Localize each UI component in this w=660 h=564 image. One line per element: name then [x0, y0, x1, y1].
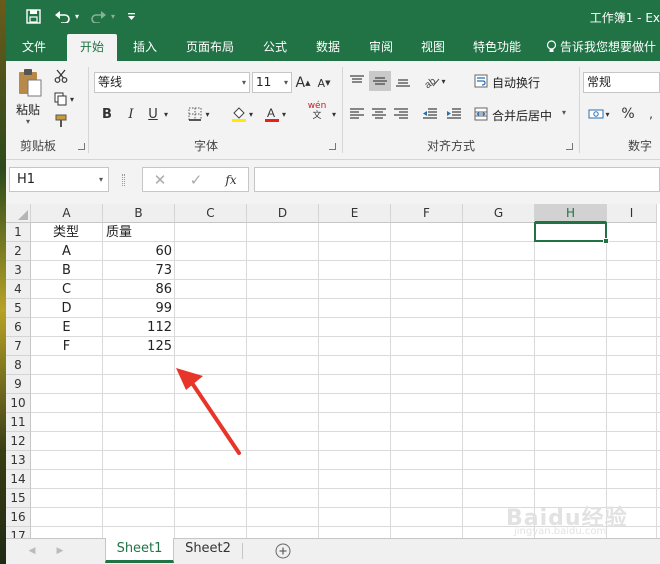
sheet-tab-sheet1[interactable]: Sheet1 — [105, 538, 174, 563]
scroll-tabs-left-icon[interactable]: ◀ — [24, 541, 40, 561]
tab-divider — [242, 543, 243, 559]
watermark-url: jingyan.baidu.com — [514, 526, 607, 537]
sheet-tab-sheet2[interactable]: Sheet2 — [176, 538, 240, 563]
add-sheet-icon[interactable] — [273, 541, 293, 561]
scroll-tabs-right-icon[interactable]: ▶ — [52, 541, 68, 561]
sheet-tab-bar: ◀ ▶ Sheet1 Sheet2 — [6, 538, 660, 564]
annotation-arrow — [176, 368, 241, 455]
